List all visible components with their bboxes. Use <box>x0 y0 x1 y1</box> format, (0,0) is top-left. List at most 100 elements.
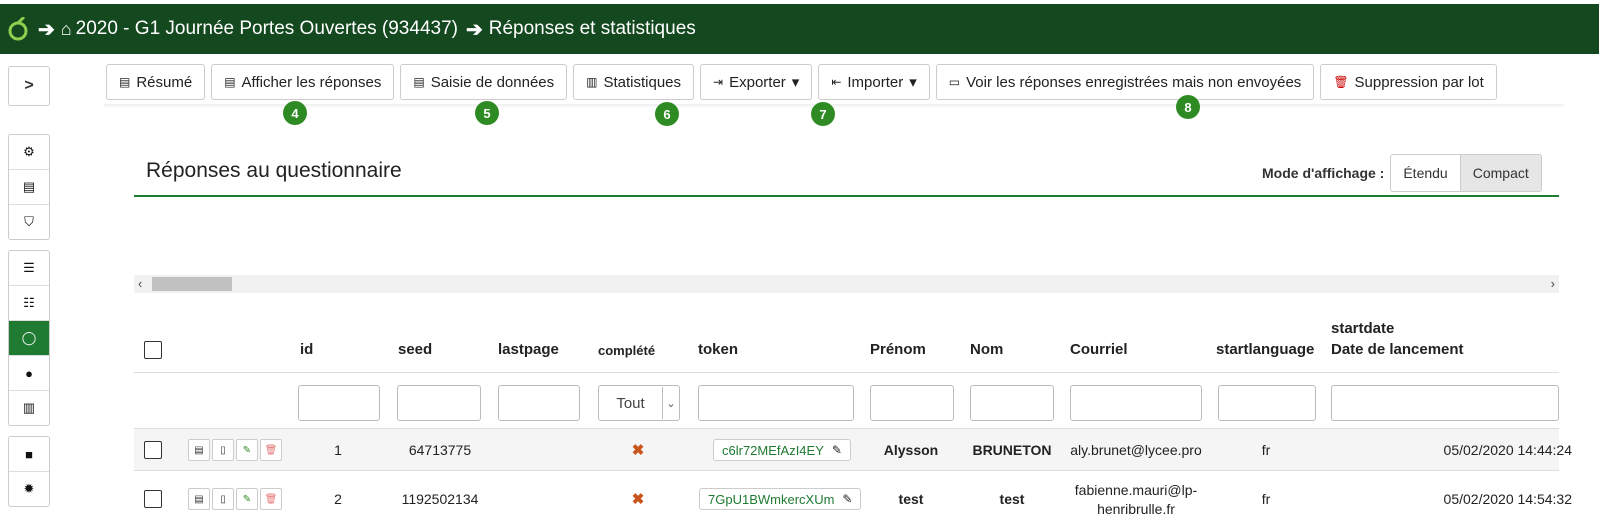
column-header-startdate-label[interactable]: Date de lancement <box>1331 341 1464 358</box>
arrow-right-icon: ➔ <box>465 18 483 41</box>
row-actions: ▤ ▯ ✎ 🗑 <box>188 488 282 510</box>
edit-pencil-icon[interactable]: ✎ <box>842 492 852 506</box>
row-actions: ▤ ▯ ✎ 🗑 <box>188 439 282 461</box>
filter-seed-input[interactable] <box>397 385 481 421</box>
list-icon[interactable]: ☰ <box>9 251 49 286</box>
view-document-icon[interactable]: ▯ <box>212 439 234 461</box>
step-badge: 7 <box>811 102 835 126</box>
filter-token-input[interactable] <box>698 385 854 421</box>
edit-pencil-icon[interactable]: ✎ <box>832 443 842 457</box>
cell-lastname: test <box>999 491 1025 507</box>
column-header-firstname[interactable]: Prénom <box>870 341 926 358</box>
caret-down-icon: ▾ <box>909 74 917 91</box>
user-icon[interactable]: ● <box>9 356 49 391</box>
import-icon: ⇤ <box>831 75 842 89</box>
table-icon: ▤ <box>224 75 236 89</box>
sidebar-group-settings: ⚙ ▤ ⛉ <box>8 134 50 240</box>
square-icon[interactable]: ■ <box>9 437 49 472</box>
settings-gears-icon[interactable]: ⚙ <box>9 135 49 170</box>
mode-extended-button[interactable]: Étendu <box>1391 155 1459 191</box>
table-icon: ▤ <box>119 75 131 89</box>
expand-sidebar-button[interactable]: > <box>8 66 50 106</box>
bar-chart-icon[interactable]: ▥ <box>9 391 49 425</box>
column-header-email[interactable]: Courriel <box>1070 341 1128 358</box>
scroll-right-icon[interactable]: › <box>1551 276 1555 291</box>
limesurvey-logo-icon[interactable] <box>6 17 30 41</box>
edit-pencil-icon[interactable]: ✎ <box>236 488 258 510</box>
export-dropdown-button[interactable]: ⇥ Exporter ▾ <box>700 64 813 100</box>
display-mode: Mode d'affichage : Étendu Compact <box>1262 154 1542 192</box>
row-divider <box>134 470 1559 471</box>
edit-pencil-icon[interactable]: ✎ <box>236 439 258 461</box>
select-all-checkbox[interactable] <box>144 341 162 359</box>
filter-email-input[interactable] <box>1070 385 1202 421</box>
filter-completed-select[interactable]: Tout ⌄ <box>598 385 680 421</box>
filter-lastname-input[interactable] <box>970 385 1054 421</box>
document-icon[interactable]: ▤ <box>9 170 49 205</box>
summary-button[interactable]: ▤ Résumé <box>106 64 206 100</box>
export-icon: ⇥ <box>713 75 724 89</box>
side-menu: > ⚙ ▤ ⛉ ☰ ☷ ◯ ● ▥ ■ ✹ <box>8 66 50 517</box>
home-icon[interactable]: ⌂ <box>61 19 72 40</box>
display-mode-label: Mode d'affichage : <box>1262 165 1385 181</box>
scroll-left-icon[interactable]: ‹ <box>138 276 142 291</box>
gear-icon[interactable]: ✹ <box>9 472 49 506</box>
trash-icon: 🗑 <box>1333 75 1349 89</box>
column-header-lastpage[interactable]: lastpage <box>498 341 559 358</box>
column-header-id[interactable]: id <box>300 341 313 358</box>
statistics-button[interactable]: ▥ Statistiques <box>573 64 695 100</box>
step-badge: 5 <box>475 101 499 125</box>
display-mode-toggle: Étendu Compact <box>1390 154 1542 192</box>
responses-bubble-icon[interactable]: ◯ <box>9 321 49 356</box>
filter-id-input[interactable] <box>298 385 380 421</box>
cell-email: fabienne.mauri@lp- henribrulle.fr <box>1074 482 1198 517</box>
cell-startdate: 05/02/2020 14:54:32 <box>1443 491 1572 507</box>
step-badge: 4 <box>283 101 307 125</box>
chevron-down-icon: ⌄ <box>662 387 679 419</box>
batch-delete-button[interactable]: 🗑 Suppression par lot <box>1320 64 1497 100</box>
row-select-checkbox[interactable] <box>144 441 162 459</box>
delete-trash-icon[interactable]: 🗑 <box>260 488 282 510</box>
token-link[interactable]: c6lr72MEfAzI4EY ✎ <box>713 439 851 461</box>
arrow-right-icon: ➔ <box>38 18 55 41</box>
filter-startdate-input[interactable] <box>1331 385 1559 421</box>
column-header-startdate[interactable]: startdate <box>1331 320 1394 337</box>
view-response-icon[interactable]: ▤ <box>188 488 210 510</box>
cell-seed: 64713775 <box>408 442 472 458</box>
cell-startdate: 05/02/2020 14:44:24 <box>1443 442 1572 458</box>
data-entry-button[interactable]: ▤ Saisie de données <box>400 64 568 100</box>
column-header-completed[interactable]: complété <box>598 343 655 358</box>
cell-email: aly.brunet@lycee.pro <box>1070 442 1202 458</box>
column-header-seed[interactable]: seed <box>398 341 432 358</box>
breadcrumb-page: Réponses et statistiques <box>488 18 696 39</box>
view-document-icon[interactable]: ▯ <box>212 488 234 510</box>
comment-icon: ▭ <box>948 75 961 89</box>
view-response-icon[interactable]: ▤ <box>188 439 210 461</box>
toolbar-divider <box>104 104 1564 108</box>
column-header-lastname[interactable]: Nom <box>970 341 1003 358</box>
row-select-checkbox[interactable] <box>144 490 162 508</box>
column-header-startlanguage[interactable]: startlanguage <box>1216 341 1314 358</box>
list-detail-icon[interactable]: ☷ <box>9 286 49 321</box>
mode-compact-button[interactable]: Compact <box>1459 155 1541 191</box>
horizontal-scrollbar[interactable]: ‹ › <box>134 275 1559 293</box>
title-underline <box>134 195 1559 197</box>
cell-startlanguage: fr <box>1261 491 1271 507</box>
import-dropdown-button[interactable]: ⇤ Importer ▾ <box>818 64 930 100</box>
filter-startlanguage-input[interactable] <box>1218 385 1316 421</box>
display-responses-button[interactable]: ▤ Afficher les réponses <box>211 64 395 100</box>
column-header-token[interactable]: token <box>698 341 738 358</box>
bar-chart-icon: ▥ <box>586 75 598 89</box>
cell-lastname: BRUNETON <box>972 442 1052 458</box>
breadcrumb-survey[interactable]: 2020 - G1 Journée Portes Ouvertes (93443… <box>76 18 458 40</box>
scrollbar-thumb[interactable] <box>152 277 232 291</box>
filter-firstname-input[interactable] <box>870 385 954 421</box>
filter-lastpage-input[interactable] <box>498 385 580 421</box>
shield-icon[interactable]: ⛉ <box>9 205 49 239</box>
header-divider <box>134 372 1559 373</box>
cell-firstname: test <box>898 491 924 507</box>
saved-not-sent-button[interactable]: ▭ Voir les réponses enregistrées mais non… <box>935 64 1315 100</box>
token-link[interactable]: 7GpU1BWmkercXUm ✎ <box>699 488 862 510</box>
not-completed-icon: ✖ <box>631 491 645 508</box>
delete-trash-icon[interactable]: 🗑 <box>260 439 282 461</box>
